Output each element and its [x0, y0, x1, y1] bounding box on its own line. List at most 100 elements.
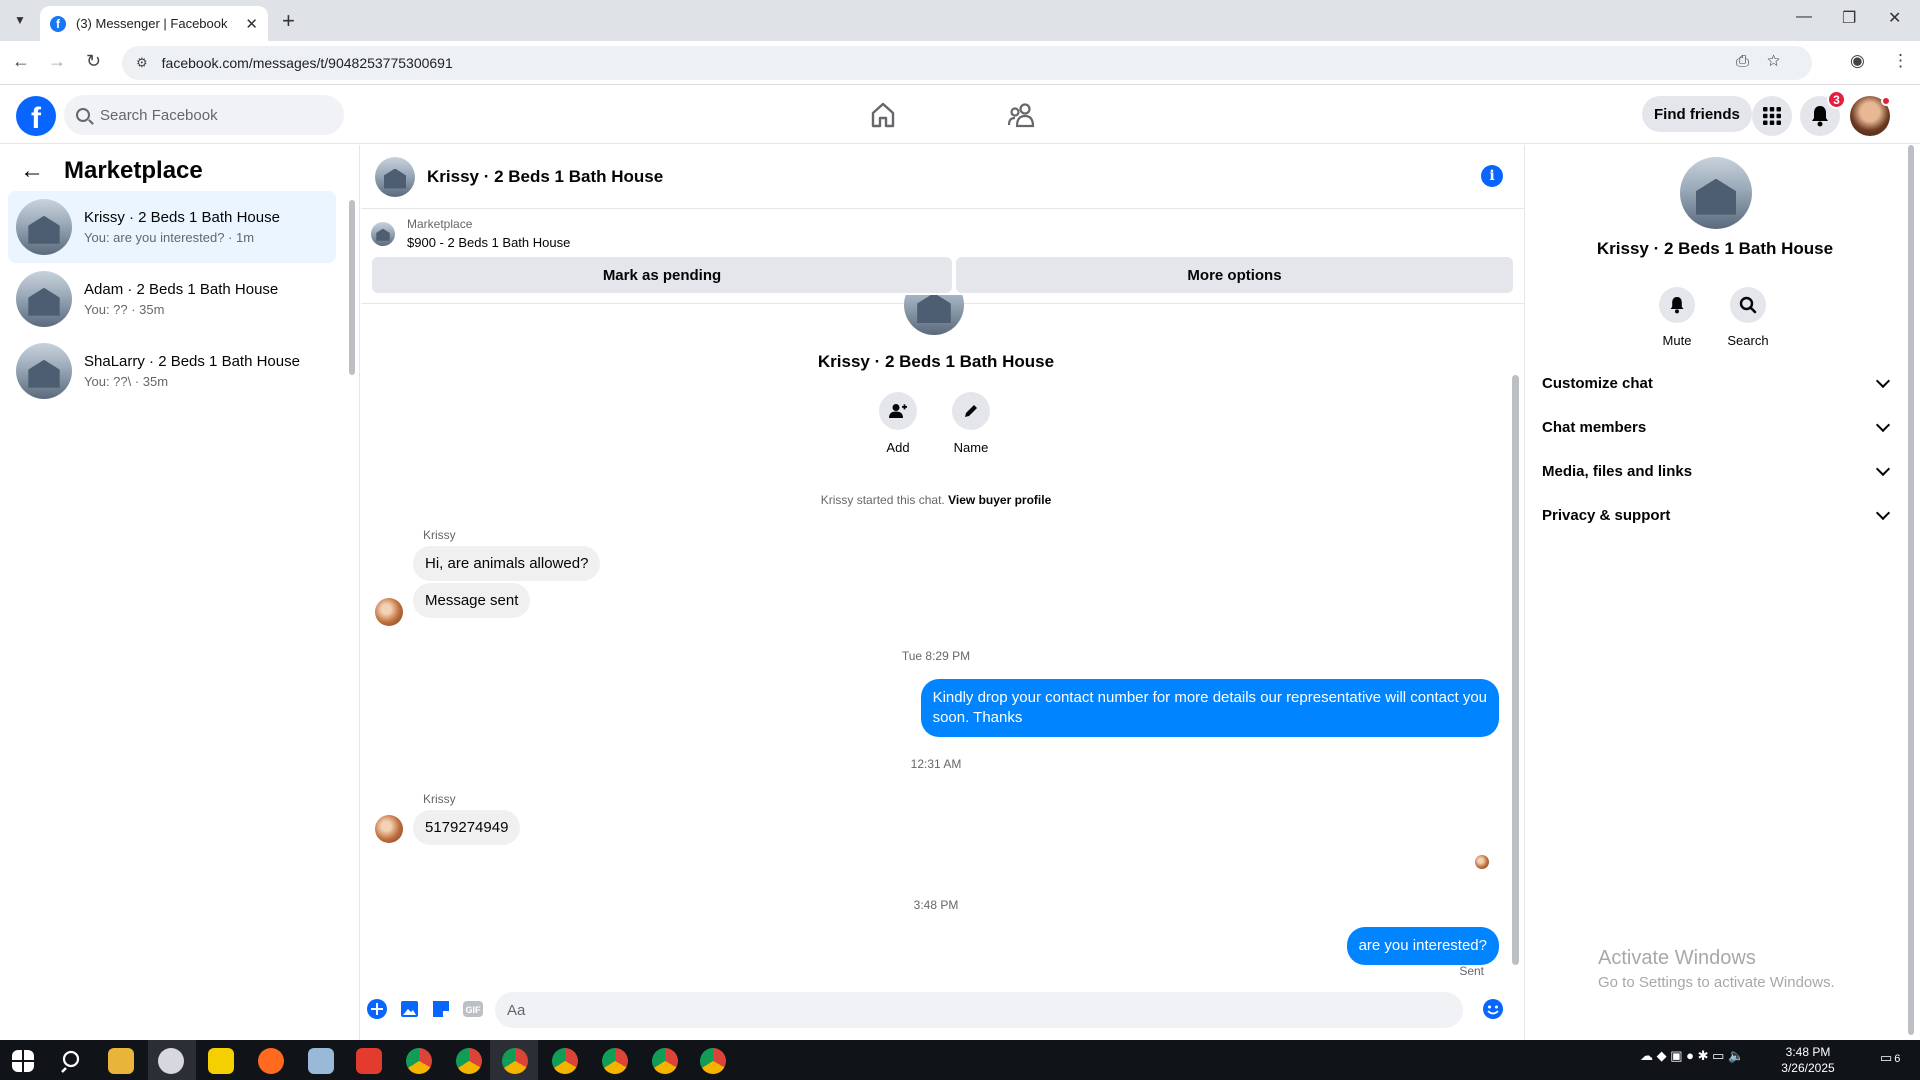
conversation-item[interactable]: ShaLarry · 2 Beds 1 Bath House You: ??\ …	[8, 335, 336, 407]
gif-icon[interactable]: GIF	[462, 998, 484, 1020]
seen-receipt-avatar	[1475, 855, 1489, 869]
search-in-chat-button[interactable]: Search	[1718, 287, 1778, 348]
browser-tab[interactable]: f (3) Messenger | Facebook ✕	[40, 6, 268, 41]
mute-button[interactable]: Mute	[1647, 287, 1707, 348]
sender-avatar[interactable]	[375, 815, 403, 843]
notification-center-icon[interactable]: ▭ 6	[1880, 1050, 1900, 1066]
windows-start-icon[interactable]	[12, 1050, 34, 1072]
taskbar-clock[interactable]: 3:48 PM 3/26/2025	[1778, 1044, 1838, 1076]
section-label: Privacy & support	[1542, 507, 1671, 524]
conversation-item[interactable]: Krissy · 2 Beds 1 Bath House You: are yo…	[8, 191, 336, 263]
chrome-icon[interactable]	[602, 1048, 628, 1074]
message-input[interactable]: Aa	[495, 992, 1463, 1028]
facebook-logo-icon[interactable]: f	[16, 96, 56, 136]
outgoing-message[interactable]: Kindly drop your contact number for more…	[920, 679, 1499, 737]
taskbar-app-icon[interactable]	[308, 1048, 334, 1074]
search-icon	[76, 108, 90, 122]
more-options-button[interactable]: More options	[956, 257, 1513, 293]
find-friends-button[interactable]: Find friends	[1642, 96, 1752, 132]
left-panel-scrollbar[interactable]	[349, 200, 355, 375]
incoming-message[interactable]: Message sent	[413, 583, 531, 618]
left-panel-title: Marketplace	[64, 157, 203, 184]
marketplace-conversation-list: ← Marketplace Krissy · 2 Beds 1 Bath Hou…	[0, 145, 360, 1040]
search-icon	[1730, 287, 1766, 323]
mute-label: Mute	[1662, 333, 1692, 348]
site-info-icon[interactable]: ⚙	[136, 55, 148, 71]
menu-icon[interactable]: ⋮	[1892, 51, 1909, 71]
incoming-message[interactable]: Hi, are animals allowed?	[413, 546, 601, 581]
taskbar-app-icon[interactable]	[158, 1048, 184, 1074]
photo-icon[interactable]	[398, 998, 420, 1020]
plus-circle-icon[interactable]	[366, 998, 388, 1020]
conversation-name: ShaLarry · 2 Beds 1 Bath House	[84, 353, 300, 370]
notification-badge: 3	[1827, 90, 1846, 109]
house-avatar	[16, 199, 72, 255]
search-icon[interactable]	[60, 1048, 86, 1074]
name-chat-button[interactable]: Name	[941, 392, 1001, 455]
section-label: Media, files and links	[1542, 463, 1693, 480]
forward-icon[interactable]: →	[48, 51, 66, 72]
marketplace-listing-bar[interactable]: Marketplace $900 - 2 Beds 1 Bath House	[371, 217, 570, 250]
info-icon[interactable]: i	[1481, 165, 1503, 187]
mark-as-pending-button[interactable]: Mark as pending	[372, 257, 952, 293]
facebook-header: f Search Facebook Find friends 3	[0, 86, 1920, 144]
search-input[interactable]: Search Facebook	[64, 95, 344, 135]
back-icon[interactable]: ←	[12, 51, 30, 72]
activate-windows-watermark: Activate Windows Go to Settings to activ…	[1598, 947, 1835, 991]
media-files-links-section[interactable]: Media, files and links	[1542, 461, 1892, 480]
restore-icon[interactable]: ❐	[1842, 8, 1856, 28]
chrome-icon[interactable]	[456, 1048, 482, 1074]
view-buyer-profile-link[interactable]: View buyer profile	[948, 493, 1051, 507]
chat-title[interactable]: Krissy · 2 Beds 1 Bath House	[427, 167, 663, 187]
close-window-icon[interactable]: ✕	[1888, 8, 1901, 28]
sticker-icon[interactable]	[430, 998, 452, 1020]
install-and-bookmark-icons[interactable]: ⎙☆	[1736, 53, 1798, 71]
customize-chat-section[interactable]: Customize chat	[1542, 373, 1892, 392]
profile-icon[interactable]: ◉	[1850, 51, 1865, 71]
reload-icon[interactable]: ↻	[86, 51, 101, 72]
bell-icon	[1659, 287, 1695, 323]
avatar-status-dot	[1881, 96, 1891, 106]
new-tab-icon[interactable]: +	[282, 8, 295, 34]
chat-header-avatar[interactable]	[375, 156, 415, 197]
chat-members-section[interactable]: Chat members	[1542, 417, 1892, 436]
like-thumb-icon[interactable]	[1491, 998, 1515, 1020]
tray-icons[interactable]: ☁ ◆ ▣ ● ✱ ▭ 🔈	[1640, 1048, 1744, 1064]
outgoing-message[interactable]: are you interested?	[1346, 927, 1499, 965]
chat-scrollbar[interactable]	[1512, 375, 1519, 965]
file-explorer-icon[interactable]	[108, 1048, 134, 1074]
add-people-button[interactable]: Add	[868, 392, 928, 455]
tab-search-dropdown-icon[interactable]: ▼	[8, 8, 32, 32]
chrome-icon[interactable]	[652, 1048, 678, 1074]
tab-close-icon[interactable]: ✕	[245, 15, 258, 33]
add-person-icon	[879, 392, 917, 430]
account-avatar[interactable]	[1850, 96, 1891, 136]
url-text: facebook.com/messages/t/9048253775300691	[161, 55, 453, 71]
sticky-notes-icon[interactable]	[208, 1048, 234, 1074]
privacy-support-section[interactable]: Privacy & support	[1542, 505, 1892, 524]
page-scrollbar[interactable]	[1908, 145, 1914, 1035]
firefox-icon[interactable]	[258, 1048, 284, 1074]
menu-grid-icon[interactable]	[1752, 96, 1792, 136]
chrome-icon[interactable]	[502, 1048, 528, 1074]
chrome-icon[interactable]	[406, 1048, 432, 1074]
sender-avatar[interactable]	[375, 598, 403, 626]
back-arrow-icon[interactable]: ←	[20, 157, 44, 185]
marketplace-label: Marketplace	[407, 217, 473, 231]
notifications-button[interactable]: 3	[1800, 90, 1846, 136]
minimize-icon[interactable]: —	[1796, 8, 1812, 26]
conversation-item[interactable]: Adam · 2 Beds 1 Bath House You: ?? · 35m	[8, 263, 336, 335]
chrome-icon[interactable]	[552, 1048, 578, 1074]
chrome-icon[interactable]	[700, 1048, 726, 1074]
home-icon[interactable]	[868, 100, 898, 130]
message-input-placeholder: Aa	[507, 1001, 526, 1019]
message-line: Kindly drop your contact number for more…	[932, 689, 1487, 706]
conversation-preview: You: ?? · 35m	[84, 302, 165, 317]
taskbar-app-icon[interactable]	[356, 1048, 382, 1074]
incoming-message[interactable]: 5179274949	[413, 810, 521, 845]
name-label: Name	[953, 440, 989, 455]
message-line: soon. Thanks	[932, 709, 1023, 726]
address-bar[interactable]: ⚙ facebook.com/messages/t/90482537753006…	[122, 46, 1812, 80]
details-avatar[interactable]	[1680, 157, 1752, 229]
friends-icon[interactable]	[1006, 100, 1036, 130]
